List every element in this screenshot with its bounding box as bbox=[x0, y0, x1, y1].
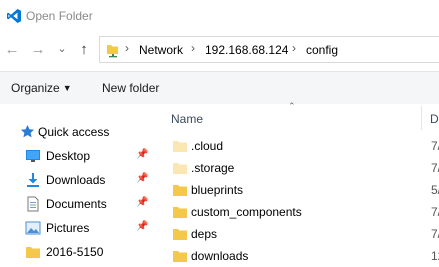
file-row[interactable]: .storage 7/ bbox=[160, 157, 439, 179]
file-row[interactable]: blueprints 5/ bbox=[160, 179, 439, 201]
folder-icon bbox=[173, 185, 187, 196]
file-name: .cloud bbox=[191, 139, 224, 153]
nav-item-label: 2016-5150 bbox=[46, 245, 104, 259]
file-name: .storage bbox=[191, 161, 235, 175]
navigation-pane: Quick access Desktop 📌 Downloads 📌 Docum… bbox=[0, 104, 160, 259]
file-date: 12 bbox=[431, 249, 439, 263]
organize-button[interactable]: Organize ▼ bbox=[11, 81, 72, 95]
folder-icon bbox=[173, 141, 187, 152]
recent-locations-chevron-icon[interactable]: ⌄ bbox=[54, 40, 70, 58]
quick-access-item[interactable]: Quick access bbox=[0, 120, 160, 144]
file-name: downloads bbox=[191, 249, 249, 263]
file-date: 7/ bbox=[431, 205, 439, 219]
breadcrumb-separator[interactable]: › bbox=[191, 41, 195, 55]
file-date: 7/ bbox=[431, 139, 439, 153]
folder-icon bbox=[173, 207, 187, 218]
folder-icon bbox=[173, 163, 187, 174]
window-title: Open Folder bbox=[26, 9, 93, 23]
file-row[interactable]: custom_components 7/ bbox=[160, 201, 439, 223]
breadcrumb-config[interactable]: config bbox=[306, 43, 338, 57]
address-bar[interactable]: › Network › 192.168.68.124 › config bbox=[99, 36, 439, 63]
pin-icon[interactable]: 📌 bbox=[136, 173, 148, 184]
file-list-pane: ⌃ Name D .cloud 7/ .storage 7/ blueprint… bbox=[160, 101, 439, 263]
forward-arrow-icon[interactable]: → bbox=[30, 40, 46, 58]
breadcrumb-separator[interactable]: › bbox=[292, 41, 296, 55]
new-folder-button[interactable]: New folder bbox=[102, 81, 159, 95]
nav-item-label: Documents bbox=[46, 197, 107, 211]
up-arrow-icon[interactable]: ↑ bbox=[76, 40, 92, 58]
file-name: blueprints bbox=[191, 183, 244, 197]
nav-item-desktop[interactable]: Desktop 📌 bbox=[0, 144, 160, 168]
column-header-name[interactable]: Name bbox=[171, 112, 203, 126]
pin-icon[interactable]: 📌 bbox=[136, 197, 148, 208]
file-name: custom_components bbox=[191, 205, 302, 219]
nav-item-documents[interactable]: Documents 📌 bbox=[0, 192, 160, 216]
file-date: 5/ bbox=[431, 183, 439, 197]
desktop-icon bbox=[25, 148, 41, 167]
pin-icon[interactable]: 📌 bbox=[136, 221, 148, 232]
nav-item-label: Downloads bbox=[46, 173, 106, 187]
file-date: 7/ bbox=[431, 161, 439, 175]
star-icon bbox=[20, 124, 35, 142]
caret-down-icon: ▼ bbox=[62, 83, 72, 93]
back-arrow-icon[interactable]: ← bbox=[4, 40, 20, 58]
navigation-row: ← → ⌄ ↑ › Network › 192.168.68.124 › con… bbox=[0, 32, 439, 68]
folder-icon bbox=[173, 251, 187, 262]
file-row[interactable]: .cloud 7/ bbox=[160, 135, 439, 157]
folder-icon bbox=[25, 244, 41, 263]
pin-icon[interactable]: 📌 bbox=[136, 149, 148, 160]
vscode-icon bbox=[7, 9, 21, 23]
nav-item-downloads[interactable]: Downloads 📌 bbox=[0, 168, 160, 192]
downloads-icon bbox=[25, 172, 41, 191]
title-bar: Open Folder bbox=[0, 0, 439, 32]
column-divider[interactable] bbox=[421, 106, 422, 130]
folder-icon bbox=[173, 229, 187, 240]
nav-item-label: Desktop bbox=[46, 149, 91, 163]
file-row[interactable]: deps 7/ bbox=[160, 223, 439, 245]
column-header-date[interactable]: D bbox=[430, 112, 439, 126]
nav-item-pictures[interactable]: Pictures 📌 bbox=[0, 216, 160, 240]
nav-item-label: Pictures bbox=[46, 221, 90, 235]
documents-icon bbox=[25, 196, 41, 215]
command-toolbar: Organize ▼ New folder bbox=[0, 71, 439, 104]
breadcrumb-separator[interactable]: › bbox=[125, 41, 129, 55]
breadcrumb-network[interactable]: Network bbox=[139, 43, 183, 57]
quick-access-label: Quick access bbox=[38, 125, 110, 139]
breadcrumb-host[interactable]: 192.168.68.124 bbox=[205, 43, 288, 57]
file-date: 7/ bbox=[431, 227, 439, 241]
nav-item-folder[interactable]: 2016-5150 bbox=[0, 240, 160, 264]
pictures-icon bbox=[25, 220, 41, 239]
organize-label: Organize bbox=[11, 81, 60, 95]
file-name: deps bbox=[191, 227, 218, 241]
sort-ascending-icon: ⌃ bbox=[288, 101, 296, 111]
file-row[interactable]: downloads 12 bbox=[160, 245, 439, 267]
network-folder-icon bbox=[107, 45, 118, 58]
